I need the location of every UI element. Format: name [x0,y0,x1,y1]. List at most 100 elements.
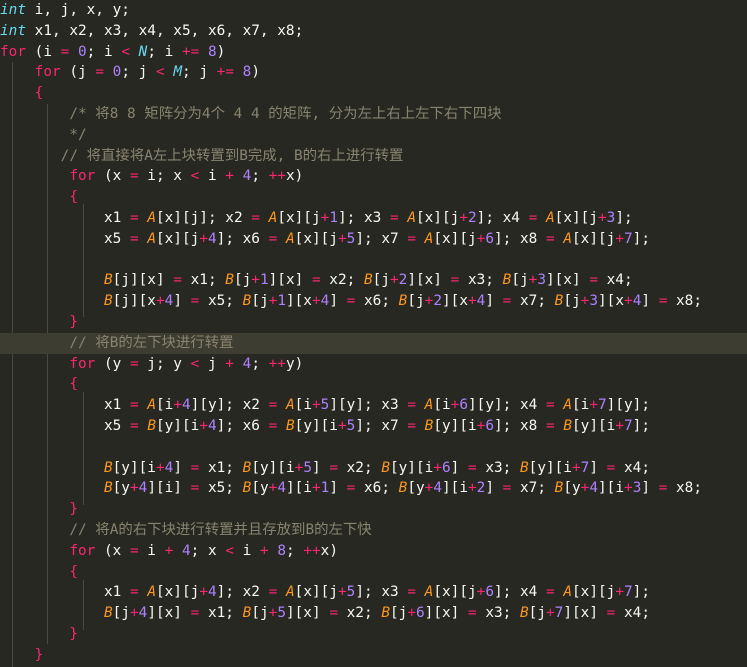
code-token-txt: [j [528,605,546,622]
code-token-txt: x2; [337,459,382,476]
code-token-txt: [y][i [528,459,572,476]
code-line[interactable]: B[y][i+4] = x1; B[y][i+5] = x2; B[y][i+6… [0,458,747,479]
code-token-arr: B [242,605,252,622]
code-token-txt: ]; x4 [476,210,529,226]
code-token-txt: [x][j [294,230,338,247]
code-line[interactable]: int x1, x2, x3, x4, x5, x6, x7, x8; [0,21,747,42]
code-line[interactable]: // 将直接将A左上块转置到B完成, B的右上进行转置 [0,146,747,167]
code-token-txt: ]; x3 [337,210,390,226]
code-line[interactable]: B[y+4][i] = x5; B[y+4][i+1] = x6; B[y+4]… [0,478,747,499]
code-token-txt: x2; [320,272,364,289]
code-token-num: 7 [624,584,633,601]
code-token-num: 4 [207,584,217,601]
code-line[interactable]: { [0,187,747,208]
code-token-txt: ][y]; x4 [468,397,546,414]
code-line[interactable]: B[j][x+4] = x5; B[j+1][x+4] = x6; B[j+2]… [0,291,747,312]
code-token-txt: ; j [182,64,217,81]
code-token-txt: ]; x8 [494,230,546,247]
code-token-op: += [216,64,234,81]
code-token-arr: B [103,480,113,497]
code-token-txt: x4; [615,605,650,622]
code-token-arr: A [563,584,572,601]
code-line[interactable]: for (x = i + 4; x < i + 8; ++x) [0,541,747,562]
code-token-op: = [268,230,278,247]
code-token-op: = [589,272,598,289]
code-token-txt: ][x [442,293,468,310]
code-token-txt: ] [173,459,191,476]
code-line[interactable]: B[j+4][x] = x1; B[j+5][x] = x2; B[j+6][x… [0,603,747,624]
code-token-num: 7 [624,230,633,247]
code-line[interactable]: x1 = A[x][j+4]; x2 = A[x][j+5]; x3 = A[x… [0,582,747,603]
code-token-op: + [311,397,321,414]
code-token-num: 2 [467,210,477,226]
code-token-kw: for [69,542,96,559]
code-token-num: 1 [277,293,286,310]
code-line[interactable]: x5 = B[y][i+4]; x6 = B[y][i+5]; x7 = B[y… [0,416,747,437]
code-token-txt: y) [285,355,304,372]
code-token-txt: [i [155,397,174,414]
code-line[interactable]: for (x = i; x < i + 4; ++x) [0,166,747,187]
code-line[interactable]: /* 将8 8 矩阵分为4个 4 4 的矩阵, 分为左上右上左下右下四块 [0,104,747,125]
code-token-txt: x1, x2, x3, x4, x5, x6, x7, x8; [26,22,304,39]
code-line[interactable]: } [0,312,747,333]
code-token-op: = [129,397,139,414]
code-line[interactable]: } [0,624,747,645]
code-token-kw: } [69,626,78,642]
code-token-op: + [337,418,347,434]
code-line[interactable]: B[j][x] = x1; B[j+1][x] = x2; B[j+2][x] … [0,270,747,291]
code-line[interactable]: x1 = A[i+4][y]; x2 = A[i+5][y]; x3 = A[i… [0,395,747,416]
code-line[interactable]: // 将A的右下块进行转置并且存放到B的左下快 [0,520,747,541]
code-token-txt: ][i] [147,480,191,497]
code-line[interactable]: } [0,645,747,666]
code-line[interactable]: { [0,374,747,395]
code-line[interactable]: } [0,499,747,520]
code-token-op: + [129,480,139,497]
code-token-num: 8 [208,43,217,60]
code-token-op: + [320,210,330,226]
code-line[interactable]: { [0,83,747,104]
code-token-op: + [268,480,278,497]
code-token-kw: for [34,64,61,81]
code-line[interactable]: for (y = j; y < j + 4; ++y) [0,354,747,375]
code-token-txt: ][x] [424,605,468,622]
code-token-txt: [i [572,397,590,414]
code-token-num: 4 [181,542,191,559]
code-line[interactable]: x1 = A[x][j]; x2 = A[x][j+1]; x3 = A[x][… [0,208,747,229]
code-token-txt: (x [95,542,130,559]
code-line[interactable]: for (i = 0; i < N; i += 8) [0,42,747,63]
code-line[interactable]: int i, j, x, y; [0,0,747,21]
code-token-txt: [y][i [294,418,338,434]
code-token-txt: [j [407,293,425,310]
code-line[interactable]: // 将B的左下块进行转置 [0,332,747,354]
code-token-op: < [190,168,200,185]
code-line[interactable]: x5 = A[x][j+4]; x6 = A[x][j+5]; x7 = A[x… [0,229,747,250]
code-token-txt: ]; [632,230,650,247]
code-token-txt: x6; [355,293,399,310]
code-token-arr: B [519,605,529,622]
code-token-txt: ][x [285,293,312,310]
code-token-arr: B [381,605,390,622]
code-token-txt: x1; [199,459,243,476]
code-editor[interactable]: int i, j, x, y; int x1, x2, x3, x4, x5, x… [0,0,747,667]
code-token-txt: [y][i [251,459,295,476]
code-line[interactable]: { [0,562,747,583]
code-line[interactable]: for (j = 0; j < M; j += 8) [0,62,747,83]
code-token-txt: ]; [632,418,650,434]
code-line[interactable] [0,437,747,458]
code-line[interactable] [0,250,747,271]
code-token-arr: A [268,210,278,226]
code-token-txt: i [138,542,165,559]
code-line[interactable]: */ [0,125,747,146]
code-token-txt: [j [389,605,408,622]
code-token-op: + [545,605,555,622]
code-token-num: 4 [138,480,148,497]
